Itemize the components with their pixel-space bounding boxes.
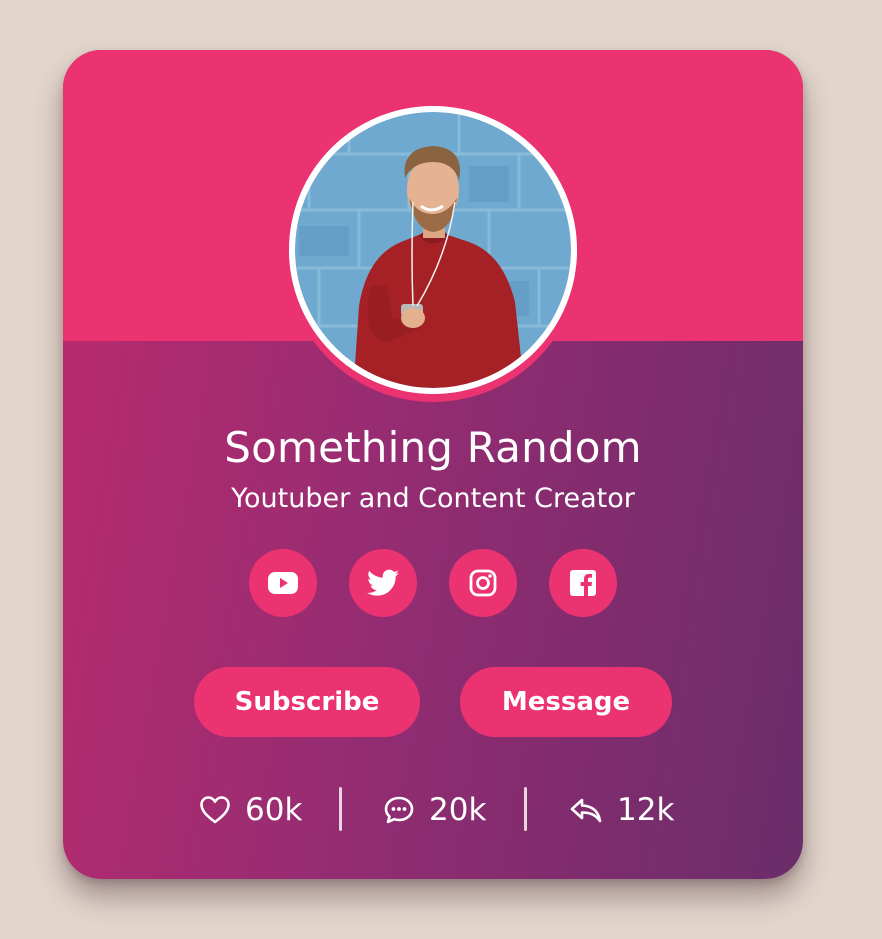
subscribe-button[interactable]: Subscribe [194, 667, 420, 737]
instagram-icon [469, 569, 497, 597]
twitter-icon [367, 569, 399, 596]
shares-stat: 12k [569, 788, 674, 832]
facebook-icon [570, 570, 596, 596]
message-button[interactable]: Message [460, 667, 672, 737]
youtube-button[interactable] [249, 549, 317, 617]
profile-name: Something Random [224, 423, 642, 472]
comments-stat: 20k [383, 788, 486, 832]
shares-count: 12k [617, 792, 675, 828]
reply-icon [570, 798, 602, 823]
twitter-button[interactable] [349, 549, 417, 617]
profile-role: Youtuber and Content Creator [231, 483, 635, 514]
profile-card: Something Random Youtuber and Content Cr… [63, 50, 803, 879]
stat-divider [524, 787, 527, 831]
facebook-button[interactable] [549, 549, 617, 617]
likes-stat: 60k [199, 788, 302, 832]
stat-divider [339, 787, 342, 831]
avatar-photo [289, 106, 577, 394]
comment-icon [384, 796, 414, 824]
youtube-icon [268, 572, 298, 594]
heart-icon [200, 796, 230, 824]
comments-count: 20k [429, 792, 487, 828]
instagram-button[interactable] [449, 549, 517, 617]
avatar[interactable] [289, 106, 577, 394]
likes-count: 60k [245, 792, 303, 828]
